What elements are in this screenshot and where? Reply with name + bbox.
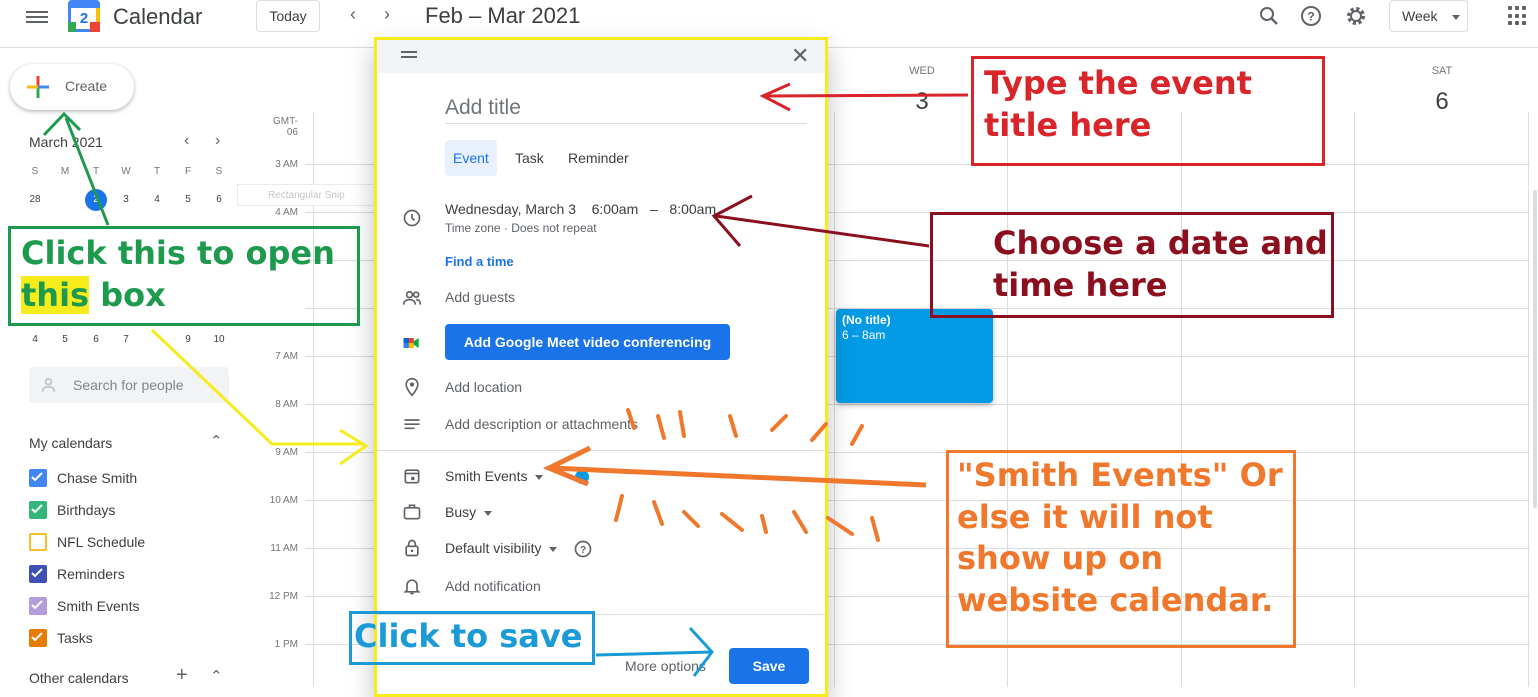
green-arrow <box>42 111 110 226</box>
annotation-title-note: Type the event title here <box>971 56 1325 166</box>
yellow-arrow <box>150 328 369 466</box>
annotation-date-note: Choose a date and time here <box>930 212 1334 318</box>
orange-arrow <box>542 445 927 488</box>
annotation-smith-note: "Smith Events" Or else it will not show … <box>946 450 1296 648</box>
annotation-create-text-end: box <box>100 275 166 314</box>
maroon-arrow <box>711 194 930 248</box>
annotation-create-text: Click this to open <box>21 234 335 272</box>
annotation-create-highlight: this <box>21 275 90 314</box>
red-arrow <box>759 82 969 112</box>
annotation-create-note: Click this to open this box <box>8 226 360 326</box>
annotation-save-note: Click to save <box>349 611 595 665</box>
blue-arrow <box>595 626 714 677</box>
